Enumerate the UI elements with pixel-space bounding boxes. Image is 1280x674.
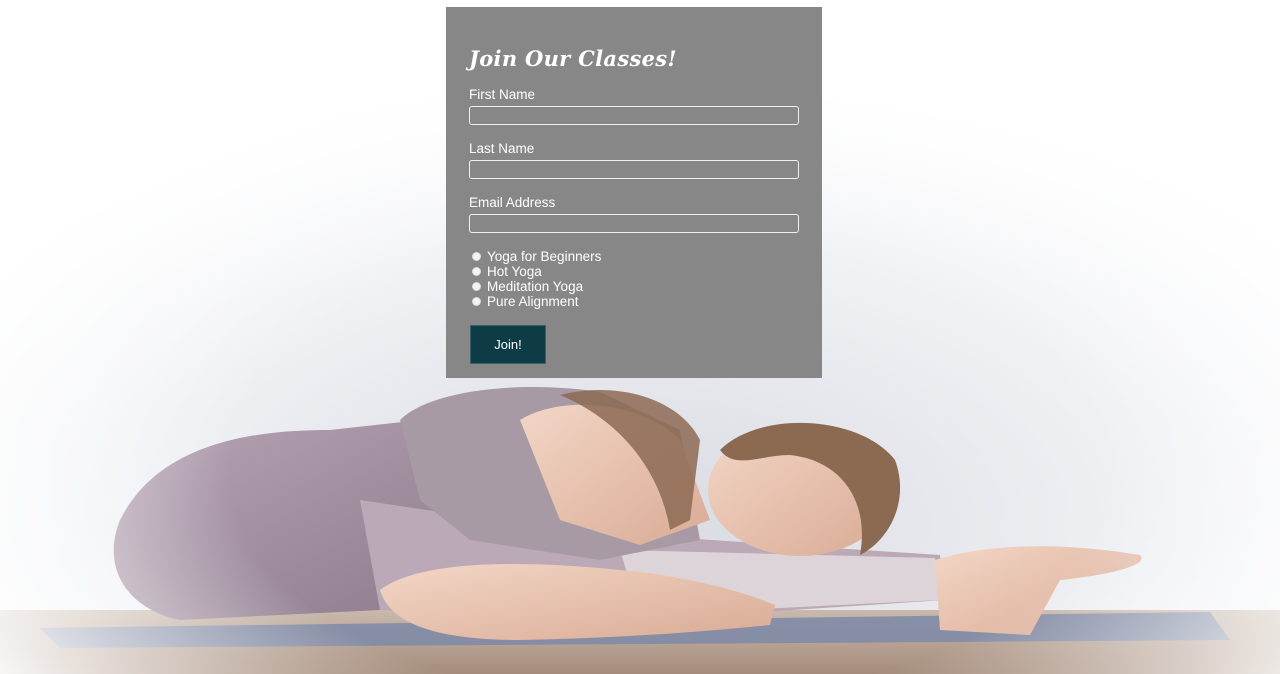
class-radio-group: Yoga for Beginners Hot Yoga Meditation Y…	[469, 249, 799, 309]
page: Join Our Classes! First Name Last Name E…	[0, 0, 1280, 674]
first-name-input[interactable]	[469, 106, 799, 125]
last-name-label: Last Name	[469, 141, 535, 156]
form-title: Join Our Classes!	[469, 46, 677, 71]
email-input[interactable]	[469, 214, 799, 233]
radio-label: Meditation Yoga	[487, 279, 584, 294]
radio-option-hot-yoga[interactable]: Hot Yoga	[472, 264, 799, 279]
radio-button[interactable]	[472, 252, 481, 261]
radio-option-yoga-for-beginners[interactable]: Yoga for Beginners	[472, 249, 799, 264]
radio-label: Hot Yoga	[487, 264, 542, 279]
join-button[interactable]: Join!	[470, 325, 546, 364]
last-name-input[interactable]	[469, 160, 799, 179]
radio-label: Yoga for Beginners	[487, 249, 602, 264]
radio-option-pure-alignment[interactable]: Pure Alignment	[472, 294, 799, 309]
radio-option-meditation-yoga[interactable]: Meditation Yoga	[472, 279, 799, 294]
signup-form: Join Our Classes! First Name Last Name E…	[446, 7, 822, 378]
radio-button[interactable]	[472, 282, 481, 291]
radio-label: Pure Alignment	[487, 294, 579, 309]
radio-button[interactable]	[472, 267, 481, 276]
radio-button[interactable]	[472, 297, 481, 306]
email-label: Email Address	[469, 195, 556, 210]
first-name-label: First Name	[469, 87, 536, 102]
